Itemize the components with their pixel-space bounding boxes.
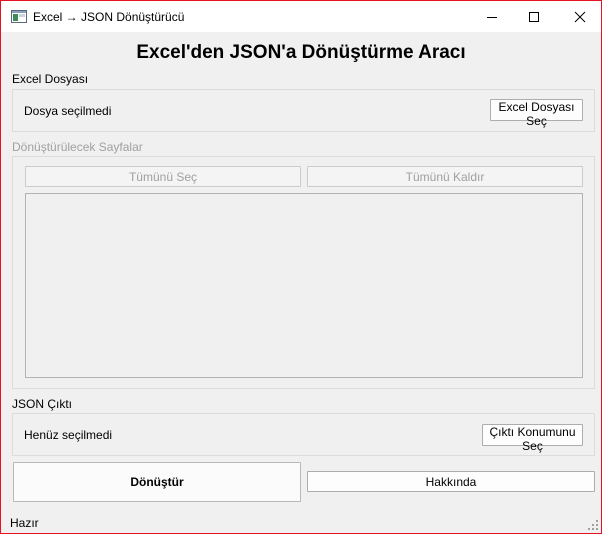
excel-file-status: Dosya seçilmedi — [24, 104, 112, 118]
excel-section-label: Excel Dosyası — [12, 72, 89, 86]
close-button[interactable] — [557, 1, 602, 32]
output-section-label: JSON Çıktı — [12, 397, 73, 411]
convert-button[interactable]: Dönüştür — [13, 462, 301, 502]
title-bar[interactable]: Excel → JSON Dönüştürücü — [1, 1, 601, 32]
window-title: Excel → JSON Dönüştürücü — [33, 10, 185, 24]
output-group: Henüz seçilmedi Çıktı Konumunu Seç — [12, 413, 595, 456]
sheets-group: Tümünü Seç Tümünü Kaldır — [12, 156, 595, 389]
select-excel-button[interactable]: Excel Dosyası Seç — [490, 99, 583, 128]
output-status: Henüz seçilmedi — [24, 428, 113, 442]
close-icon — [574, 11, 586, 23]
app-window: Excel → JSON Dönüştürücü Excel'den JSON'… — [0, 0, 602, 534]
minimize-icon — [487, 17, 497, 18]
maximize-button[interactable] — [511, 1, 557, 32]
select-all-button[interactable]: Tümünü Seç — [25, 166, 301, 187]
select-output-button[interactable]: Çıktı Konumunu Seç — [482, 424, 583, 453]
app-icon — [11, 10, 27, 23]
page-title: Excel'den JSON'a Dönüştürme Aracı — [136, 42, 466, 63]
sheets-section-label: Dönüştürülecek Sayfalar — [12, 140, 143, 154]
sheets-list[interactable] — [25, 193, 583, 378]
maximize-icon — [529, 12, 539, 22]
excel-file-group: Dosya seçilmedi Excel Dosyası Seç — [12, 89, 595, 132]
about-button[interactable]: Hakkında — [307, 471, 595, 492]
resize-grip-icon[interactable] — [587, 519, 599, 531]
deselect-all-button[interactable]: Tümünü Kaldır — [307, 166, 583, 187]
minimize-button[interactable] — [469, 1, 515, 32]
status-bar-text: Hazır — [10, 516, 39, 530]
